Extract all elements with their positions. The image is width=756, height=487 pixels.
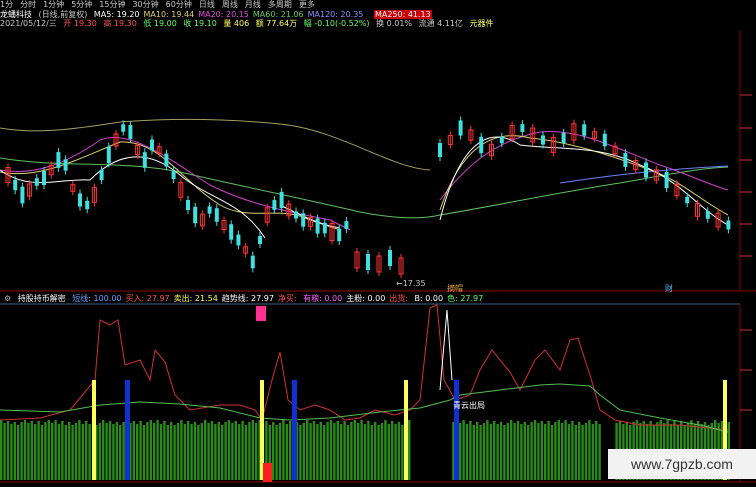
event-marker-cai[interactable]: 财 [665,283,673,293]
indicator-white-spike [439,309,453,391]
price-axis-ticks [740,94,752,451]
indicator-param: 有粮: 0.00 [303,294,343,303]
indicator-annotation: 青云出局 [453,400,485,410]
indicator-param: 主粉: 0.00 [346,294,386,303]
candlesticks [5,116,731,278]
indicator-param: 色: 27.97 [447,294,484,303]
red-signal-block [263,463,272,482]
chart-canvas[interactable]: ←17.35 摘帽 财 青云出局 [0,0,756,487]
indicator-param: B: 0.00 [414,294,444,303]
indicator-name[interactable]: 持股持币解密 [18,294,66,303]
indicator-param: 净买: [277,294,300,303]
indicator-info-row: ⚙ 持股持币解密 短线: 100.00 买入: 27.97 卖出: 21.54 趋势线… [4,293,491,304]
indicator-param: 卖出: 21.54 [173,294,218,303]
indicator-param: 趋势线: 27.97 [221,294,274,303]
pink-signal-block [256,306,266,321]
watermark: www.7gpzb.com [608,449,756,479]
low-price-label: ←17.35 [396,279,426,288]
event-marker-zhaimao[interactable]: 摘帽 [447,283,463,293]
indicator-params: 短线: 100.00 买入: 27.97 卖出: 21.54 趋势线: 27.97 净买… [72,294,487,303]
indicator-gear-icon[interactable]: ⚙ [4,294,11,303]
ma-lines [0,118,729,239]
indicator-param: 买入: 27.97 [125,294,170,303]
indicator-red-line [0,304,729,431]
indicator-param: 出货: [389,294,411,303]
indicator-param: 短线: 100.00 [72,294,122,303]
